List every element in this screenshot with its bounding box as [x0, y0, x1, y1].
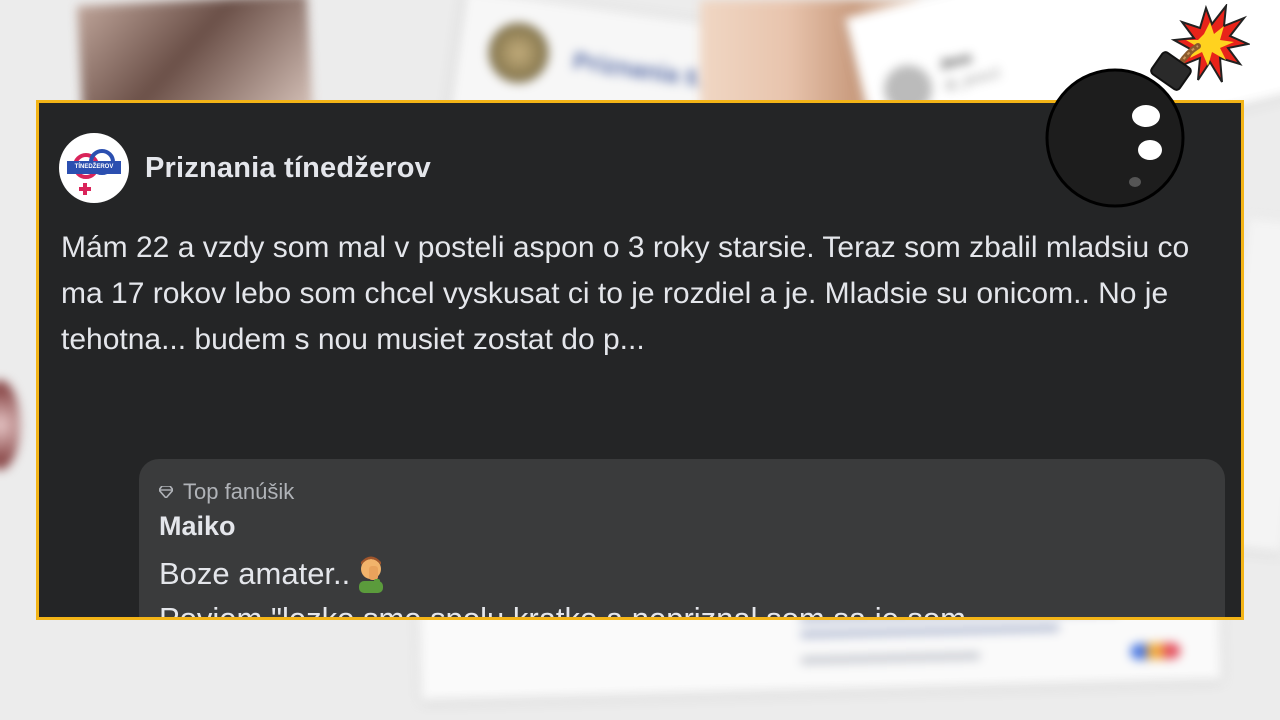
avatar-logo-text: TÍNEDŽEROV [67, 161, 121, 174]
gem-icon [159, 486, 173, 498]
bomb-icon [1045, 4, 1250, 208]
facepalm-icon [354, 555, 388, 593]
page-name[interactable]: Priznania tínedžerov [145, 152, 431, 185]
background-text-row [799, 623, 1060, 639]
comment-text-line-cut: Poviem "lezko sme spolu kratko a neprizn… [159, 601, 966, 620]
comment-text-line: Boze amater.. [159, 555, 388, 593]
background-reactions [1130, 642, 1181, 660]
avatar-cross-icon [79, 183, 91, 195]
comment-bubble: Top fanúšik Maiko Boze amater.. Poviem "… [139, 459, 1225, 620]
background-tweet-user: Jess [937, 49, 974, 74]
comment-text: Boze amater.. [159, 556, 351, 591]
comment-author[interactable]: Maiko [159, 511, 236, 542]
background-card-title: Priznania tí... [571, 47, 722, 95]
background-text-row [800, 651, 981, 665]
top-fan-badge: Top fanúšik [159, 479, 294, 505]
post-header: TÍNEDŽEROV Priznania tínedžerov [59, 133, 431, 203]
top-fan-label: Top fanúšik [183, 479, 295, 504]
post-text: Mám 22 a vzdy som mal v posteli aspon o … [61, 231, 1190, 356]
page-avatar[interactable]: TÍNEDŽEROV [59, 133, 129, 203]
background-strip-left [0, 380, 20, 470]
background-card-logo [484, 18, 553, 87]
